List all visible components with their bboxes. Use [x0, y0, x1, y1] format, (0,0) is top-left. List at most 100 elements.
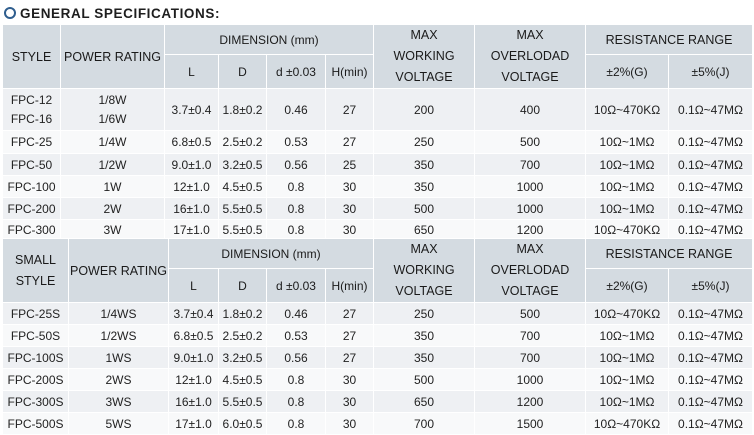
header-style-line: STYLE	[15, 273, 56, 288]
cell-H: 27	[324, 346, 375, 369]
cell-L: 9.0±1.0	[168, 346, 219, 369]
header-max-overload-voltage: MAX OVERLODAD VOLTAGE	[474, 238, 587, 303]
cell-r5: 0.1Ω~47MΩ	[668, 324, 754, 347]
cell-style: FPC-50	[2, 153, 61, 176]
cell-D: 1.8±0.2	[218, 88, 267, 131]
cell-power: 1/4WS	[68, 302, 169, 325]
header-D: D	[218, 54, 267, 89]
cell-mwv: 350	[373, 346, 476, 369]
header-mov-text: MAX OVERLODAD VOLTAGE	[490, 28, 570, 84]
cell-r2: 10Ω~1MΩ	[585, 368, 670, 391]
cell-H: 25	[324, 153, 375, 176]
cell-r5: 0.1Ω~47MΩ	[668, 130, 754, 154]
header-max-working-voltage: MAX WORKING VOLTAGE	[373, 238, 476, 303]
cell-D: 5.5±0.5	[218, 390, 267, 413]
header-small-style: SMALL STYLE	[2, 238, 69, 303]
header-dimension: DIMENSION (mm)	[167, 237, 375, 270]
header-L: L	[164, 54, 219, 89]
circle-bullet-icon	[4, 7, 16, 19]
cell-d: 0.56	[266, 346, 326, 369]
cell-d: 0.46	[266, 302, 326, 325]
cell-H: 30	[324, 175, 375, 198]
header-power-rating: POWER RATING	[60, 24, 165, 89]
cell-power: 1/4W	[60, 130, 165, 154]
cell-style: FPC-200	[2, 197, 61, 220]
cell-mov: 1000	[474, 368, 587, 391]
cell-style: FPC-300S	[2, 390, 69, 413]
cell-mwv: 200	[373, 88, 476, 131]
table-row: FPC-50S 1/2WS 6.8±0.5 2.5±0.2 0.53 27 35…	[2, 324, 754, 347]
cell-mov: 400	[474, 88, 587, 131]
cell-power: 1/8W 1/6W	[60, 88, 165, 131]
heading-text: GENERAL SPECIFICATIONS:	[20, 5, 221, 21]
cell-power: 1/2W	[60, 153, 165, 176]
table-row: FPC-25 1/4W 6.8±0.5 2.5±0.2 0.53 27 250 …	[2, 130, 754, 154]
header-style: STYLE	[2, 24, 61, 89]
header-tol-5: ±5%(J)	[668, 54, 754, 89]
cell-L: 16±1.0	[164, 197, 219, 220]
spec-table-standard: STYLE POWER RATING DIMENSION (mm) MAX WO…	[2, 23, 754, 241]
cell-H: 27	[324, 324, 375, 347]
header-L: L	[168, 268, 219, 303]
style-line: FPC-12	[10, 92, 53, 107]
cell-mov: 1200	[474, 390, 587, 413]
spec-table-small: SMALL STYLE POWER RATING DIMENSION (mm) M…	[2, 237, 754, 435]
cell-L: 9.0±1.0	[164, 153, 219, 176]
cell-L: 6.8±0.5	[164, 130, 219, 154]
cell-r5: 0.1Ω~47MΩ	[668, 175, 754, 198]
cell-L: 12±1.0	[168, 368, 219, 391]
cell-mwv: 350	[373, 175, 476, 198]
cell-r5: 0.1Ω~47MΩ	[668, 368, 754, 391]
table-row: FPC-25S 1/4WS 3.7±0.4 1.8±0.2 0.46 27 25…	[2, 302, 754, 325]
cell-style: FPC-25	[2, 130, 61, 154]
cell-style: FPC-12 FPC-16	[2, 88, 61, 131]
table-row: FPC-200 2W 16±1.0 5.5±0.5 0.8 30 500 100…	[2, 197, 754, 220]
table-row: FPC-100S 1WS 9.0±1.0 3.2±0.5 0.56 27 350…	[2, 346, 754, 369]
cell-H: 27	[324, 302, 375, 325]
section-heading: GENERAL SPECIFICATIONS:	[4, 3, 220, 23]
cell-d: 0.8	[266, 175, 326, 198]
cell-r2: 10Ω~1MΩ	[585, 175, 670, 198]
header-H: H(min)	[324, 268, 375, 303]
cell-D: 3.2±0.5	[218, 153, 267, 176]
header-resistance-range: RESISTANCE RANGE	[585, 23, 754, 56]
cell-mwv: 250	[373, 130, 476, 154]
cell-H: 27	[324, 88, 375, 131]
cell-style: FPC-100	[2, 175, 61, 198]
cell-mov: 1000	[474, 175, 587, 198]
cell-mwv: 350	[373, 153, 476, 176]
table-row: FPC-200S 2WS 12±1.0 4.5±0.5 0.8 30 500 1…	[2, 368, 754, 391]
cell-r5: 0.1Ω~47MΩ	[668, 302, 754, 325]
cell-d: 0.8	[266, 390, 326, 413]
cell-mwv: 500	[373, 197, 476, 220]
header-tol-2: ±2%(G)	[585, 54, 670, 89]
header-max-overload-voltage: MAX OVERLODAD VOLTAGE	[474, 24, 587, 89]
cell-power: 1W	[60, 175, 165, 198]
cell-H: 27	[324, 130, 375, 154]
cell-D: 3.2±0.5	[218, 346, 267, 369]
cell-style: FPC-50S	[2, 324, 69, 347]
cell-H: 30	[324, 368, 375, 391]
cell-mwv: 650	[373, 390, 476, 413]
cell-r2: 10Ω~1MΩ	[585, 390, 670, 413]
cell-D: 4.5±0.5	[218, 368, 267, 391]
header-d: d ±0.03	[266, 268, 326, 303]
cell-mwv: 500	[373, 368, 476, 391]
cell-r2: 10Ω~1MΩ	[585, 324, 670, 347]
cell-mov: 700	[474, 324, 587, 347]
table-row: FPC-100 1W 12±1.0 4.5±0.5 0.8 30 350 100…	[2, 175, 754, 198]
cell-r2: 10Ω~470KΩ	[585, 302, 670, 325]
header-D: D	[218, 268, 267, 303]
header-d: d ±0.03	[266, 54, 326, 89]
cell-r2: 10Ω~1MΩ	[585, 346, 670, 369]
cell-d: 0.46	[266, 88, 326, 131]
cell-d: 0.56	[266, 153, 326, 176]
cell-power: 2W	[60, 197, 165, 220]
cell-r2: 10Ω~1MΩ	[585, 153, 670, 176]
header-resistance-range: RESISTANCE RANGE	[585, 237, 754, 270]
cell-r5: 0.1Ω~47MΩ	[668, 390, 754, 413]
cell-mov: 500	[474, 130, 587, 154]
header-dimension: DIMENSION (mm)	[163, 23, 375, 56]
cell-power: 3WS	[68, 390, 169, 413]
table-row: FPC-12 FPC-16 1/8W 1/6W 3.7±0.4 1.8±0.2 0.…	[2, 88, 754, 131]
